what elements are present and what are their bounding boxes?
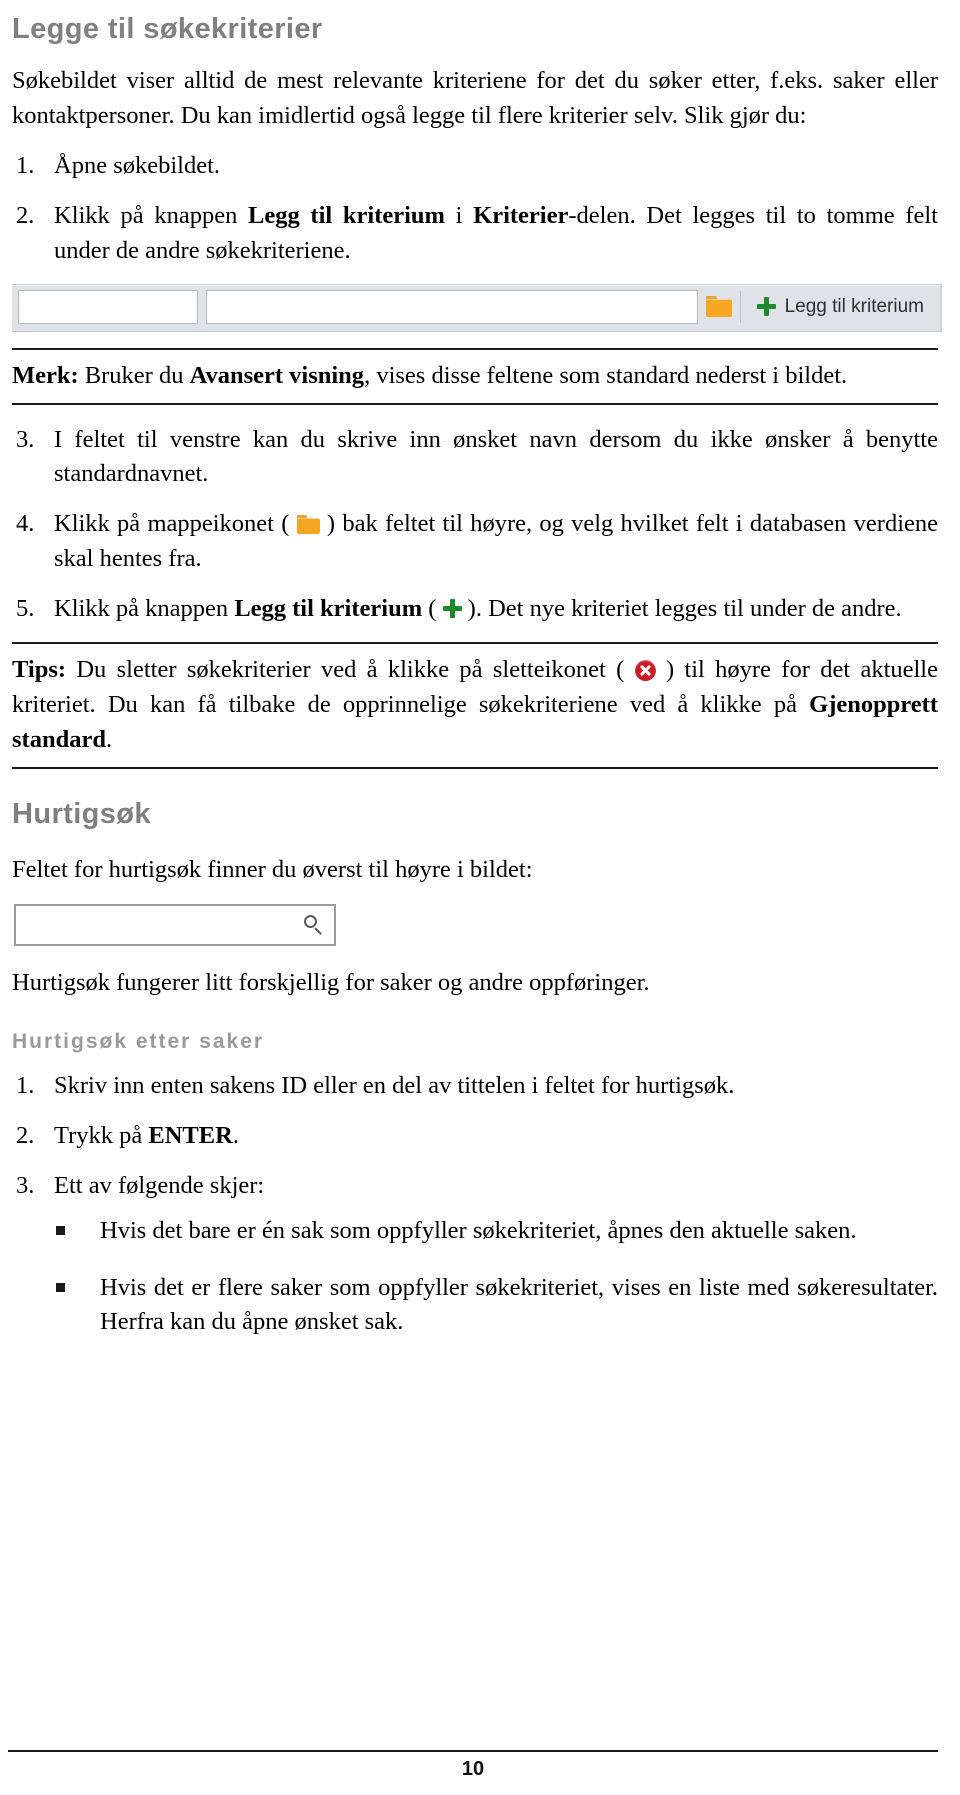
list-item-text: Klikk på mappeikonet ( ) bak feltet til … [54,510,938,572]
list-item: 2. Klikk på knappen Legg til kriterium i… [8,199,938,269]
tip-rule-top [12,642,938,645]
square-bullet-icon [56,1225,65,1235]
list-item: 2. Trykk på ENTER. [8,1119,938,1154]
criterion-name-input[interactable] [18,289,198,324]
quick-search-screenshot[interactable] [14,903,336,946]
page-number: 10 [461,1758,485,1780]
steps-list-criteria-cont: 3. I feltet til venstre kan du skrive in… [8,423,938,627]
list-item-text: Hvis det bare er én sak som oppfyller sø… [100,1216,857,1244]
delete-icon [634,660,656,682]
list-item: 3. Ett av følgende skjer: [8,1169,938,1204]
tip-block: Tips: Du sletter søkekriterier ved å kli… [8,642,938,769]
folder-icon [705,296,732,318]
hurtigsok-after: Hurtigsøk fungerer litt forskjellig for … [12,968,650,996]
toolbar-right-edge [940,284,942,331]
list-item: 3. I feltet til venstre kan du skrive in… [8,423,938,493]
note-rule-bottom [12,402,938,405]
list-number: 3. [16,1171,35,1199]
list-item: Hvis det bare er én sak som oppfyller sø… [8,1214,938,1249]
text-run: . [105,726,113,754]
list-number: 2. [16,1122,35,1150]
page-footer: 10 [8,1750,938,1781]
text-run: Trykk på [54,1122,149,1150]
text-run: i [444,202,474,230]
list-item: 5. Klikk på knappen Legg til kriterium (… [8,592,938,627]
list-item-text: Skriv inn enten sakens ID eller en del a… [54,1072,735,1100]
list-item: Hvis det er flere saker som oppfyller sø… [8,1271,938,1341]
hurtigsok-lead: Feltet for hurtigsøk finner du øverst ti… [12,855,533,883]
note-label: Merk: [12,361,79,389]
text-run: Klikk på mappeikonet ( [54,510,297,538]
list-item-text: Ett av følgende skjer: [54,1171,265,1199]
criteria-toolbar-screenshot: Legg til kriterium [12,283,942,332]
list-item-text: Hvis det er flere saker som oppfyller sø… [100,1273,938,1336]
text-run-bold: ENTER [148,1122,233,1150]
subheading-hurtigsok-etter-saker: Hurtigsøk etter saker [12,1030,265,1054]
note-text: Merk: Bruker du Avansert visning, vises … [12,359,938,394]
steps-list-hurtigsok: 1. Skriv inn enten sakens ID eller en de… [8,1069,938,1203]
text-run: . [232,1122,239,1150]
list-number: 3. [16,425,35,453]
list-number: 1. [16,1072,35,1100]
footer-rule [8,1750,938,1752]
list-item-text: I feltet til venstre kan du skrive inn ø… [54,425,938,488]
criterion-value-input[interactable] [206,289,698,324]
tip-text: Tips: Du sletter søkekriterier ved å kli… [12,653,938,757]
add-criterion-button[interactable]: Legg til kriterium [741,290,942,324]
search-icon [304,914,324,935]
list-item-text: Klikk på knappen Legg til kriterium i Kr… [54,202,938,264]
text-run-bold: Legg til kriterium [234,594,423,622]
list-item-text: Trykk på ENTER. [54,1122,239,1149]
square-bullet-icon [56,1282,65,1292]
note-rule-top [12,347,938,350]
note-block-merk: Merk: Bruker du Avansert visning, vises … [8,347,938,405]
text-run-bold: Kriterier [473,202,569,230]
text-run: Klikk på knappen [54,202,249,230]
list-item-text: Klikk på knappen Legg til kriterium ( ).… [54,595,902,622]
steps-list-criteria: 1. Åpne søkebildet. 2. Klikk på knappen … [8,149,938,268]
list-number: 2. [16,202,35,230]
outcome-bullet-list: Hvis det bare er én sak som oppfyller sø… [8,1214,938,1340]
tip-rule-bottom [12,766,938,769]
page-title: Legge til søkekriterier [12,13,323,45]
text-run: , vises disse feltene som standard neder… [364,361,848,389]
folder-icon [296,515,320,535]
text-run: ). Det nye kriteriet legges til under de… [461,594,902,622]
list-number: 5. [16,594,35,622]
text-run-bold: Avansert visning [189,361,365,389]
plus-icon [442,598,462,618]
text-run: Du sletter søkekriterier ved å klikke på… [66,656,635,684]
list-item-text: Åpne søkebildet. [54,152,221,180]
list-number: 4. [16,510,35,538]
list-item: 4. Klikk på mappeikonet ( ) bak feltet t… [8,507,938,577]
text-run: Bruker du [78,361,190,389]
text-run-bold: Legg til kriterium [248,202,445,230]
text-run: ( [422,594,443,622]
tip-label: Tips: [12,656,67,684]
add-criterion-label: Legg til kriterium [784,295,924,317]
list-item: 1. Åpne søkebildet. [8,149,938,184]
section-heading-hurtigsok: Hurtigsøk [12,797,151,830]
intro-paragraph: Søkebildet viser alltid de mest relevant… [12,66,938,129]
field-picker-button[interactable] [698,290,740,324]
plus-icon [756,297,776,317]
list-number: 1. [16,152,35,180]
list-item: 1. Skriv inn enten sakens ID eller en de… [8,1069,938,1104]
document-page: Legge til søkekriterier Søkebildet viser… [0,0,960,1795]
text-run: Klikk på knappen [54,594,235,622]
